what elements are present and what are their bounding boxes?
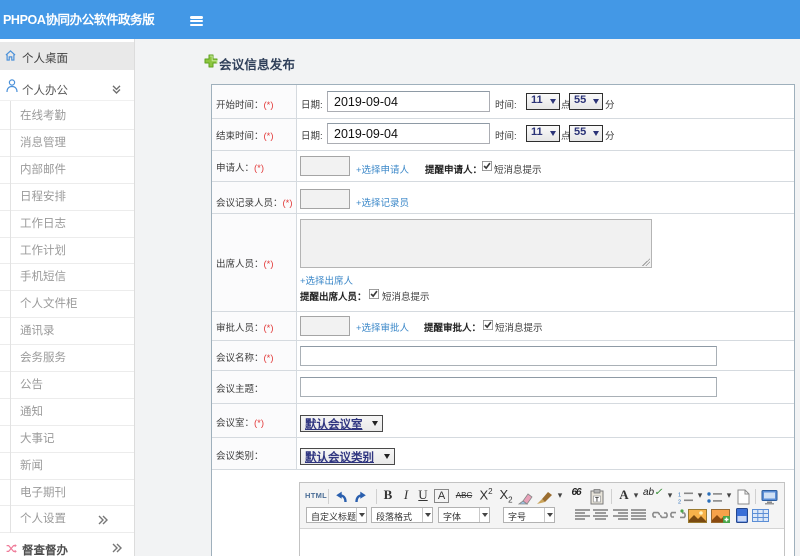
svg-text:T: T: [595, 497, 599, 503]
svg-text:2: 2: [678, 500, 681, 506]
svg-text:1: 1: [678, 493, 681, 499]
